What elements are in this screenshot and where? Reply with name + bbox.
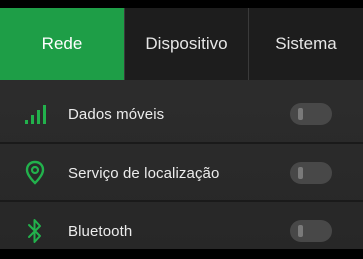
status-strip [0,0,363,8]
row-divider [0,200,363,202]
setting-row-mobile-data[interactable]: Dados móveis [0,86,363,142]
mobile-data-toggle[interactable] [290,103,332,125]
location-toggle[interactable] [290,162,332,184]
tab-rede[interactable]: Rede [0,8,124,80]
bluetooth-icon [22,218,48,244]
toggle-knob [298,167,303,179]
setting-label-bluetooth: Bluetooth [68,222,133,240]
tab-bar: Rede Dispositivo Sistema [0,8,363,80]
setting-row-bluetooth[interactable]: Bluetooth [0,203,363,259]
tab-dispositivo[interactable]: Dispositivo [124,8,248,80]
bluetooth-toggle[interactable] [290,220,332,242]
location-pin-icon [22,160,48,186]
setting-label-location: Serviço de localização [68,164,220,182]
settings-screen: Rede Dispositivo Sistema Dados móveis Se… [0,0,363,249]
toggle-knob [298,225,303,237]
signal-bars-icon [22,101,48,127]
setting-row-location[interactable]: Serviço de localização [0,145,363,201]
row-divider [0,142,363,144]
toggle-knob [298,108,303,120]
tab-sistema[interactable]: Sistema [248,8,363,80]
setting-label-mobile-data: Dados móveis [68,105,165,123]
